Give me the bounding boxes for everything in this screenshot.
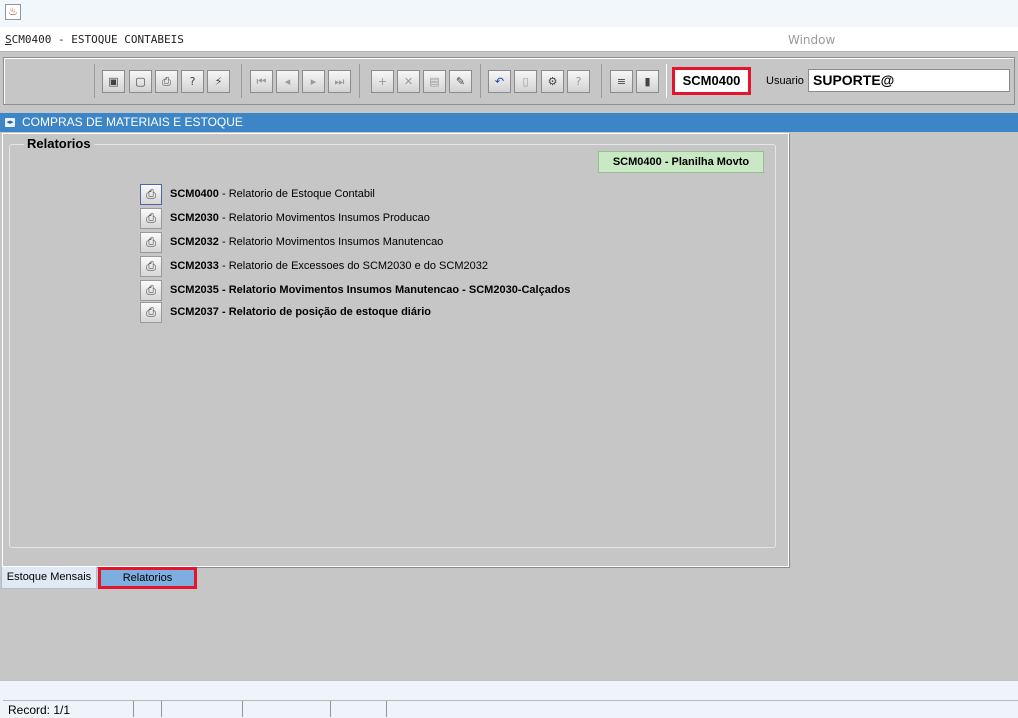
printer-icon: ⎙	[162, 75, 171, 88]
first-record-icon: ⏮	[256, 75, 267, 88]
title-bar	[0, 0, 1018, 27]
usuario-label: Usuario	[766, 75, 804, 87]
execute-query-button[interactable]: ⚡	[207, 70, 230, 93]
last-record-button[interactable]: ⏭	[328, 70, 351, 93]
first-record-button[interactable]: ⏮	[250, 70, 273, 93]
report-code: SCM2032	[170, 236, 219, 248]
report-code: SCM2037	[170, 306, 219, 318]
next-record-icon: ▸	[310, 75, 317, 88]
report-description: - Relatorio de Excessoes do SCM2030 e do…	[218, 260, 488, 272]
report-label: SCM2037 - Relatorio de posição de estoqu…	[170, 306, 431, 318]
undo-button[interactable]: ↶	[488, 70, 511, 93]
report-label: SCM2033 - Relatorio de Excessoes do SCM2…	[170, 260, 488, 272]
status-divider	[242, 701, 243, 717]
printer-icon[interactable]: ⎙	[140, 208, 162, 229]
clear-record-button[interactable]: ✎	[449, 70, 472, 93]
module-header: ◂▸ COMPRAS DE MATERIAIS E ESTOQUE	[0, 113, 1018, 132]
delete-x-icon: ✕	[403, 75, 414, 88]
window-title: SCM0400 - ESTOQUE CONTABEIS	[5, 33, 184, 46]
edit-button[interactable]: ⚙	[541, 70, 564, 93]
floppy-icon: ▣	[108, 75, 119, 88]
delete-record-button[interactable]: ✕	[397, 70, 420, 93]
report-label: SCM2035 - Relatorio Movimentos Insumos M…	[170, 284, 570, 296]
gear-edit-icon: ⚙	[547, 75, 558, 88]
report-label: SCM0400 - Relatorio de Estoque Contabil	[170, 188, 375, 200]
monitor-icon: ▢	[135, 75, 146, 88]
next-record-button[interactable]: ▸	[302, 70, 325, 93]
report-description: - Relatorio de Estoque Contabil	[218, 188, 375, 200]
prev-record-icon: ◂	[284, 75, 291, 88]
module-arrows-icon: ◂▸	[5, 118, 15, 127]
printer-icon[interactable]: ⎙	[140, 184, 162, 205]
printer-icon[interactable]: ⎙	[140, 256, 162, 277]
tab-relatorios[interactable]: Relatorios	[98, 567, 197, 589]
window-title-mnemonic: S	[5, 33, 12, 46]
form-code-label: SCM0400	[672, 67, 751, 95]
menu-button[interactable]: ≡	[610, 70, 633, 93]
reports-group-box	[9, 144, 776, 548]
record-status: Record: 1/1	[8, 703, 71, 717]
list-button[interactable]: ▯	[514, 70, 537, 93]
report-code: SCM2035	[170, 284, 219, 296]
report-code: SCM0400	[170, 188, 219, 200]
window-button[interactable]: ▢	[129, 70, 152, 93]
report-description: - Relatorio de posição de estoque diário	[218, 306, 432, 318]
report-description: - Relatorio Movimentos Insumos Manutenca…	[218, 236, 444, 248]
window-title-text: CM0400 - ESTOQUE CONTABEIS	[11, 33, 184, 46]
status-bar	[3, 700, 1018, 718]
printer-icon[interactable]: ⎙	[140, 280, 162, 301]
exit-door-icon: ▮	[644, 75, 651, 88]
report-label: SCM2030 - Relatorio Movimentos Insumos P…	[170, 212, 430, 224]
duplicate-record-button[interactable]: ▤	[423, 70, 446, 93]
prev-record-button[interactable]: ◂	[276, 70, 299, 93]
clipboard-icon: ▯	[522, 75, 529, 88]
report-description: - Relatorio Movimentos Insumos Producao	[218, 212, 430, 224]
printer-icon[interactable]: ⎙	[140, 232, 162, 253]
plus-icon: +	[377, 75, 388, 88]
module-title: COMPRAS DE MATERIAIS E ESTOQUE	[22, 115, 243, 129]
status-divider	[161, 701, 162, 717]
usuario-field[interactable]: SUPORTE@	[808, 69, 1010, 92]
eraser-icon: ✎	[455, 75, 466, 88]
menu-icon: ≡	[616, 75, 627, 88]
report-label: SCM2032 - Relatorio Movimentos Insumos M…	[170, 236, 443, 248]
menu-window[interactable]: Window	[788, 33, 835, 47]
status-divider	[133, 701, 134, 717]
query-button[interactable]: ?	[181, 70, 204, 93]
report-code: SCM2033	[170, 260, 219, 272]
lightning-icon: ⚡	[214, 75, 223, 88]
undo-icon: ↶	[494, 75, 505, 88]
planilha-movto-button[interactable]: SCM0400 - Planilha Movto	[598, 151, 764, 173]
java-coffee-icon: ♨	[5, 4, 21, 20]
reports-group-title: Relatorios	[24, 136, 94, 151]
exit-button[interactable]: ▮	[636, 70, 659, 93]
print-button[interactable]: ⎙	[155, 70, 178, 93]
status-divider	[386, 701, 387, 717]
status-divider	[330, 701, 331, 717]
document-edit-icon: ▤	[429, 75, 440, 88]
printer-icon[interactable]: ⎙	[140, 302, 162, 323]
save-button[interactable]: ▣	[102, 70, 125, 93]
report-code: SCM2030	[170, 212, 219, 224]
last-record-icon: ⏭	[334, 75, 345, 88]
question-icon: ?	[575, 75, 582, 88]
insert-record-button[interactable]: +	[371, 70, 394, 93]
report-description: - Relatorio Movimentos Insumos Manutenca…	[218, 284, 571, 296]
query-icon: ?	[189, 75, 196, 88]
tab-estoque-mensais[interactable]: Estoque Mensais	[1, 567, 97, 589]
help-button[interactable]: ?	[567, 70, 590, 93]
